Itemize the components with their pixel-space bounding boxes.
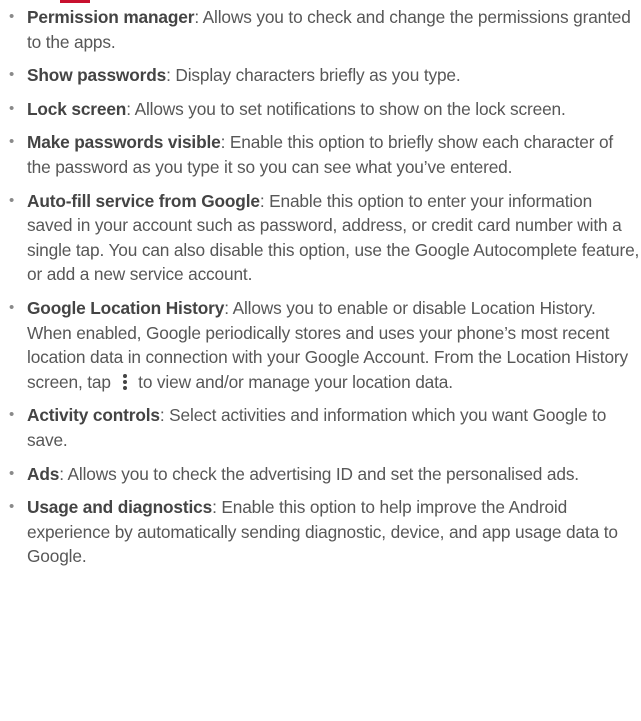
item-term: Ads (27, 463, 60, 484)
bullet: • (9, 406, 15, 424)
item-term: Google Location History (27, 297, 225, 318)
list-item-ads: • Ads: Allows you to check the advertisi… (0, 462, 641, 487)
list-item-google-location-history: • Google Location History: Allows you to… (0, 296, 641, 394)
item-description: : Allows you to set notifications to sho… (126, 98, 566, 119)
item-term: Show passwords (27, 65, 167, 86)
item-term: Activity controls (27, 405, 160, 426)
bullet: • (9, 191, 15, 209)
bullet: • (9, 99, 15, 117)
list-item-usage-and-diagnostics: • Usage and diagnostics: Enable this opt… (0, 495, 641, 569)
list-item-show-passwords: • Show passwords: Display characters bri… (0, 63, 641, 88)
list-item-permission-manager: • Permission manager: Allows you to chec… (0, 5, 641, 54)
list-item-auto-fill-service: • Auto-fill service from Google: Enable … (0, 189, 641, 287)
bullet: • (9, 133, 15, 151)
bullet: • (9, 498, 15, 516)
item-description-continued: to view and/or manage your location data… (138, 371, 453, 392)
item-term: Usage and diagnostics (27, 497, 213, 518)
bullet: • (9, 298, 15, 316)
list-item-lock-screen: • Lock screen: Allows you to set notific… (0, 97, 641, 122)
item-term: Make passwords visible (27, 132, 221, 153)
item-term: Permission manager (27, 7, 195, 27)
settings-description-list: • Permission manager : Allows you to chec… (0, 5, 641, 578)
more-options-icon (118, 373, 132, 391)
bullet: • (9, 8, 15, 25)
section-heading-accent (60, 0, 90, 3)
item-term: Lock screen (27, 98, 127, 119)
bullet: • (9, 464, 15, 482)
list-item-make-passwords-visible: • Make passwords visible: Enable this op… (0, 130, 641, 179)
item-description: : Allows you to check the advertising ID… (59, 463, 579, 484)
item-description: : Display characters briefly as you type… (166, 65, 461, 86)
bullet: • (9, 66, 15, 84)
item-term: Auto-fill service from Google (27, 190, 260, 211)
list-item-activity-controls: • Activity controls: Select activities a… (0, 403, 641, 452)
